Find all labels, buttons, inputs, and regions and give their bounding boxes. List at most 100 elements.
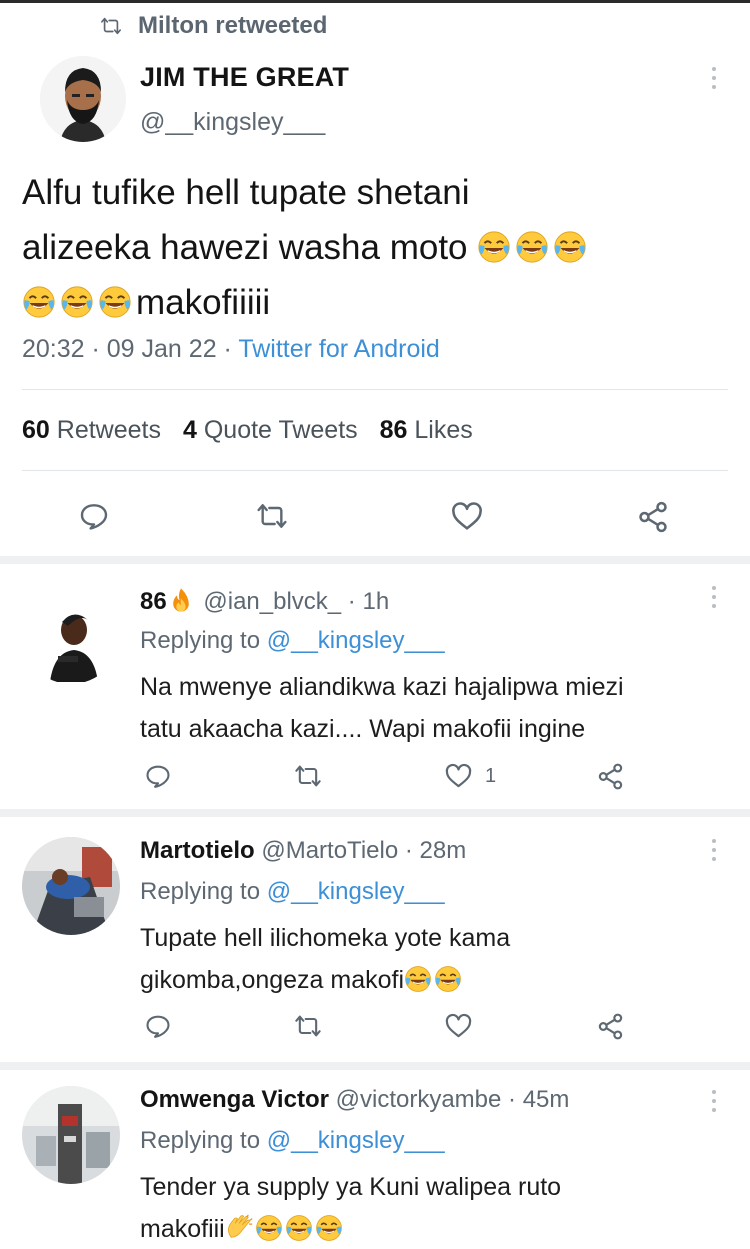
tweet-text-line-1: Alfu tufike hell tupate shetani: [22, 173, 470, 212]
like-button[interactable]: [444, 1012, 485, 1041]
like-button[interactable]: [450, 500, 484, 534]
reply-time: · 1h: [341, 588, 390, 615]
replying-to-handle[interactable]: @__kingsley___: [267, 878, 445, 905]
like-count: 1: [485, 765, 497, 787]
retweet-icon: [294, 1012, 322, 1040]
tears-of-joy-emoji-icon: [98, 285, 132, 319]
reply-author-name[interactable]: Martotielo: [140, 837, 255, 864]
share-button[interactable]: [596, 762, 625, 791]
share-icon: [636, 500, 670, 534]
share-button[interactable]: [596, 1012, 625, 1041]
retweet-icon: [294, 762, 322, 790]
reply-header: 86 @ian_blvck_ · 1h: [140, 586, 389, 616]
author-avatar[interactable]: [40, 56, 126, 142]
replying-to-handle[interactable]: @__kingsley___: [267, 1127, 445, 1154]
like-button[interactable]: 1: [444, 762, 496, 791]
tweet-action-bar: [0, 500, 750, 536]
reply-button[interactable]: [144, 762, 172, 790]
fire-emoji-icon: [167, 586, 195, 614]
reply-avatar[interactable]: [22, 586, 120, 684]
reply-author-handle[interactable]: @victorkyambe: [336, 1086, 502, 1113]
tweet-stats: 60 Retweets 4 Quote Tweets 86 Likes: [22, 416, 473, 445]
author-handle[interactable]: @__kingsley___: [140, 108, 325, 137]
tears-of-joy-emoji-icon: [315, 1214, 343, 1242]
reply-icon: [78, 500, 110, 532]
reply-header: Martotielo @MartoTielo · 28m: [140, 837, 466, 865]
retweeted-banner[interactable]: Milton retweeted: [98, 12, 327, 40]
reply-action-bar: 1: [0, 762, 750, 794]
tears-of-joy-emoji-icon: [434, 965, 462, 993]
reply-button[interactable]: [144, 1012, 172, 1040]
tears-of-joy-emoji-icon: [515, 230, 549, 264]
reply-author-name[interactable]: Omwenga Victor: [140, 1086, 329, 1113]
reply-action-bar: [0, 1012, 750, 1044]
more-options-icon[interactable]: [711, 839, 717, 861]
reply-text-line-1: Tender ya supply ya Kuni walipea ruto: [140, 1173, 562, 1201]
share-icon: [596, 1012, 625, 1041]
reply-text: Tender ya supply ya Kuni walipea ruto ma…: [140, 1166, 720, 1249]
reply-author-name[interactable]: 86: [140, 588, 167, 615]
reply-text: Na mwenye aliandikwa kazi hajalipwa miez…: [140, 666, 720, 750]
tweet-text-line-2: alizeeka hawezi washa moto: [22, 228, 468, 267]
tears-of-joy-emoji-icon: [60, 285, 94, 319]
tweet-text: Alfu tufike hell tupate shetani alizeeka…: [22, 165, 734, 330]
tears-of-joy-emoji-icon: [553, 230, 587, 264]
reply-item[interactable]: 86 @ian_blvck_ · 1h Replying to @__kings…: [0, 564, 750, 809]
author-name[interactable]: JIM THE GREAT: [140, 62, 349, 93]
tears-of-joy-emoji-icon: [285, 1214, 313, 1242]
reply-header: Omwenga Victor @victorkyambe · 45m: [140, 1086, 569, 1114]
more-options-icon[interactable]: [711, 67, 717, 89]
tweet-timestamp: 20:32 · 09 Jan 22 ·: [22, 335, 239, 363]
retweets-stat[interactable]: 60 Retweets: [22, 416, 161, 445]
like-icon: [444, 1012, 473, 1041]
retweet-icon: [98, 15, 124, 37]
replying-to: Replying to @__kingsley___: [140, 627, 445, 654]
reply-text-line-2: tatu akaacha kazi.... Wapi makofii ingin…: [140, 715, 586, 743]
like-icon: [450, 500, 484, 534]
reply-button[interactable]: [78, 500, 110, 532]
share-icon: [596, 762, 625, 791]
reply-author-handle[interactable]: @MartoTielo: [261, 837, 398, 864]
tears-of-joy-emoji-icon: [404, 965, 432, 993]
top-edge-line: [0, 0, 750, 3]
reply-item[interactable]: Omwenga Victor @victorkyambe · 45m Reply…: [0, 1070, 750, 1249]
retweeted-label: Milton retweeted: [138, 12, 328, 39]
replying-to: Replying to @__kingsley___: [140, 878, 445, 905]
replying-to-handle[interactable]: @__kingsley___: [267, 627, 445, 654]
retweet-button[interactable]: [294, 1012, 322, 1040]
reply-avatar[interactable]: [22, 1086, 120, 1184]
tweet-meta: 20:32 · 09 Jan 22 · Twitter for Android: [22, 335, 440, 364]
like-icon: [444, 762, 473, 791]
reply-icon: [144, 762, 172, 790]
likes-stat[interactable]: 86 Likes: [380, 416, 473, 445]
clapping-hands-emoji-icon: [225, 1214, 253, 1242]
more-options-icon[interactable]: [711, 1090, 717, 1112]
replying-to: Replying to @__kingsley___: [140, 1127, 445, 1154]
section-separator: [0, 1062, 750, 1070]
tears-of-joy-emoji-icon: [255, 1214, 283, 1242]
share-button[interactable]: [636, 500, 670, 534]
tweet-source-link[interactable]: Twitter for Android: [238, 335, 439, 363]
retweet-icon: [256, 500, 288, 532]
reply-time: · 28m: [398, 837, 467, 864]
reply-text-line-1: Tupate hell ilichomeka yote kama: [140, 924, 511, 952]
section-separator: [0, 809, 750, 817]
reply-item[interactable]: Martotielo @MartoTielo · 28m Replying to…: [0, 817, 750, 1062]
reply-icon: [144, 1012, 172, 1040]
reply-author-handle[interactable]: @ian_blvck_: [203, 588, 341, 615]
section-separator: [0, 556, 750, 564]
tweet-text-line-3: makofiiiii: [136, 283, 271, 322]
reply-text-line-2: gikomba,ongeza makofi: [140, 966, 405, 994]
reply-text-line-2: makofiii: [140, 1215, 225, 1243]
retweet-button[interactable]: [294, 762, 322, 790]
divider: [22, 389, 728, 390]
tears-of-joy-emoji-icon: [22, 285, 56, 319]
reply-text: Tupate hell ilichomeka yote kama gikomba…: [140, 917, 720, 1001]
reply-avatar[interactable]: [22, 837, 120, 935]
reply-text-line-1: Na mwenye aliandikwa kazi hajalipwa miez…: [140, 673, 624, 701]
divider: [22, 470, 728, 471]
retweet-button[interactable]: [256, 500, 288, 532]
tears-of-joy-emoji-icon: [477, 230, 511, 264]
quote-tweets-stat[interactable]: 4 Quote Tweets: [183, 416, 358, 445]
more-options-icon[interactable]: [711, 586, 717, 608]
